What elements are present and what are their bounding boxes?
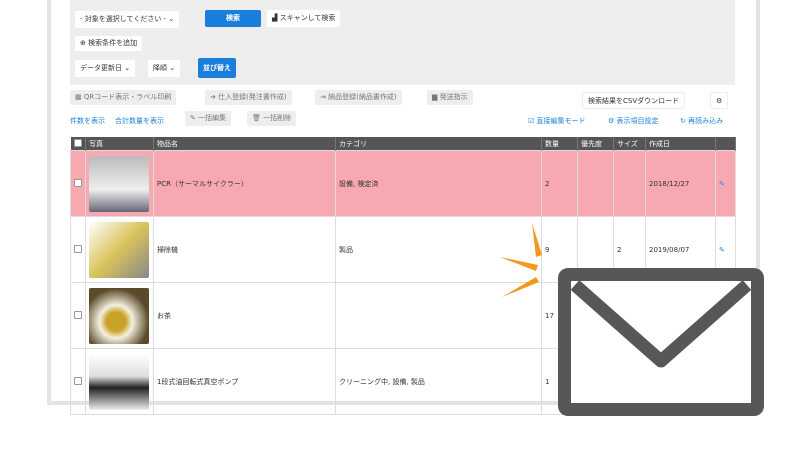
header-date[interactable]: 作成日: [645, 137, 716, 151]
item-category: クリーニング中, 設備, 製品: [335, 348, 542, 415]
header-photo[interactable]: 写真: [85, 137, 154, 151]
header-category[interactable]: カテゴリ: [335, 137, 542, 151]
row-checkbox[interactable]: [70, 348, 86, 415]
header-name[interactable]: 物品名: [153, 137, 336, 151]
row-checkbox[interactable]: [70, 216, 86, 283]
item-qty: 2: [541, 150, 578, 217]
display-settings-label: 表示項目設定: [616, 117, 659, 125]
item-photo[interactable]: [85, 150, 154, 217]
show-count-link[interactable]: 件数を表示: [70, 116, 105, 126]
pencil-icon[interactable]: ✎: [715, 150, 736, 217]
item-photo[interactable]: [85, 216, 154, 283]
truck-icon: ▆: [432, 93, 438, 101]
item-date: 2018/12/27: [645, 150, 716, 217]
row-checkbox[interactable]: [70, 282, 86, 349]
bulk-edit-label: 一括編集: [198, 114, 227, 122]
gear-icon[interactable]: ⚙: [710, 92, 729, 109]
header-size[interactable]: サイズ: [613, 137, 646, 151]
scan-label: スキャンして検索: [279, 14, 336, 22]
display-settings-link[interactable]: ⚙ 表示項目設定: [608, 116, 659, 126]
scan-icon: ▟: [272, 14, 278, 22]
row-checkbox[interactable]: [70, 150, 86, 217]
item-name[interactable]: 1段式油回転式真空ポンプ: [153, 348, 336, 415]
search-button[interactable]: 検索: [205, 10, 261, 27]
envelope-icon: [558, 268, 764, 416]
edit-icon: ✎: [190, 114, 196, 122]
reload-link[interactable]: ↻ 再読み込み: [680, 116, 723, 126]
plus-circle-icon: ⊕: [80, 39, 86, 47]
purchase-label: 仕入登録(発注書作成): [218, 93, 287, 101]
sort-order-value: 降順: [153, 64, 167, 72]
item-size: [613, 150, 646, 217]
header-edit: [715, 137, 736, 151]
purchase-button[interactable]: ➔ 仕入登録(発注書作成): [205, 90, 292, 105]
sort-order-select[interactable]: 降順 ⌄: [148, 60, 181, 77]
show-total-link[interactable]: 合計数量を表示: [115, 116, 164, 126]
delivery-button[interactable]: ⇥ 納品登録(納品書作成): [315, 90, 402, 105]
add-condition-button[interactable]: ⊕ 検索条件を追加: [75, 36, 143, 51]
item-photo[interactable]: [85, 282, 154, 349]
shipping-button[interactable]: ▆ 発送指示: [427, 90, 473, 105]
delivery-label: 納品登録(納品書作成): [328, 93, 397, 101]
qr-label-button[interactable]: ▦ QRコード表示・ラベル印刷: [70, 90, 177, 105]
header-qty[interactable]: 数量: [541, 137, 578, 151]
reload-icon: ↻: [680, 117, 686, 125]
bulk-edit-button[interactable]: ✎ 一括編集: [185, 111, 232, 126]
burst-ray: [502, 277, 539, 297]
qr-icon: ▦: [75, 93, 82, 101]
table-row[interactable]: PCR（サーマルサイクラー） 設備, 検定済 2 2018/12/27 ✎: [70, 150, 736, 217]
csv-download-button[interactable]: 検索結果をCSVダウンロード: [582, 92, 686, 109]
search-panel: - 対象を選択してください - ⌄ 検索 ▟ スキャンして検索 ⊕ 検索条件を追…: [70, 0, 735, 85]
bulk-delete-button[interactable]: 🗑 一括削除: [247, 111, 297, 126]
target-select[interactable]: - 対象を選択してください - ⌄: [75, 11, 180, 28]
item-name[interactable]: 掃除機: [153, 216, 336, 283]
shipping-label: 発送指示: [439, 93, 468, 101]
burst-ray: [500, 257, 538, 271]
trash-icon: 🗑: [252, 114, 261, 122]
burst-ray: [532, 223, 542, 257]
direct-edit-link[interactable]: ☑ 直接編集モード: [528, 116, 586, 126]
sort-field-value: データ更新日: [80, 64, 122, 72]
scan-search-button[interactable]: ▟ スキャンして検索: [267, 10, 341, 27]
sort-field-select[interactable]: データ更新日 ⌄: [75, 60, 136, 77]
target-select-value: - 対象を選択してください -: [80, 15, 167, 23]
header-priority[interactable]: 優先度: [577, 137, 614, 151]
item-photo[interactable]: [85, 348, 154, 415]
item-category: 設備, 検定済: [335, 150, 542, 217]
item-name[interactable]: お茶: [153, 282, 336, 349]
item-name[interactable]: PCR（サーマルサイクラー）: [153, 150, 336, 217]
burst-icon: [500, 223, 542, 297]
direct-edit-label: 直接編集モード: [536, 117, 586, 125]
bulk-delete-label: 一括削除: [263, 114, 292, 122]
add-condition-label: 検索条件を追加: [88, 39, 138, 47]
item-priority: [577, 150, 614, 217]
sort-button[interactable]: 並び替え: [198, 58, 236, 78]
qr-label: QRコード表示・ラベル印刷: [83, 93, 172, 101]
reload-label: 再読み込み: [688, 117, 724, 125]
select-all-checkbox[interactable]: [70, 137, 86, 151]
